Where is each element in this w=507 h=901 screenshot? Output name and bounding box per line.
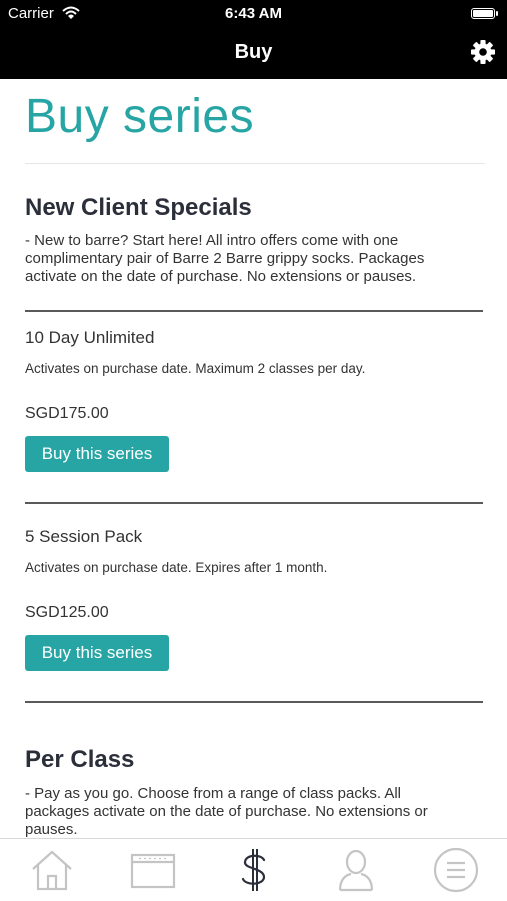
profile-icon (338, 849, 374, 892)
clock: 6:43 AM (225, 5, 282, 22)
schedule-icon (130, 853, 176, 889)
series-description: Activates on purchase date. Expires afte… (25, 560, 328, 575)
buy-this-series-button[interactable]: Buy this series (25, 436, 169, 472)
section-title-per-class: Per Class (25, 746, 135, 773)
section-divider (25, 701, 483, 703)
buy-this-series-button[interactable]: Buy this series (25, 635, 169, 671)
item-divider (25, 502, 483, 504)
section-divider (25, 310, 483, 312)
series-price: SGD125.00 (25, 604, 109, 621)
battery-icon (471, 8, 498, 19)
section-title-new-client-specials: New Client Specials (25, 194, 252, 221)
series-name-10-day-unlimited: 10 Day Unlimited (25, 328, 155, 347)
series-price: SGD175.00 (25, 405, 109, 422)
gear-icon[interactable] (469, 38, 497, 66)
tab-bar (0, 838, 507, 901)
tab-schedule[interactable] (129, 847, 177, 893)
menu-icon (433, 847, 479, 893)
tab-buy[interactable] (230, 847, 278, 893)
tab-home[interactable] (28, 847, 76, 893)
nav-bar: Buy (0, 28, 507, 79)
home-icon (32, 850, 72, 891)
section-description: - Pay as you go. Choose from a range of … (25, 785, 428, 838)
page-title: Buy series (25, 90, 255, 143)
section-description: - New to barre? Start here! All intro of… (25, 232, 425, 285)
buy-series-content[interactable]: Buy series New Client Specials - New to … (0, 79, 507, 839)
series-name-5-session-pack: 5 Session Pack (25, 527, 143, 546)
series-description: Activates on purchase date. Maximum 2 cl… (25, 361, 366, 376)
tab-profile[interactable] (332, 847, 380, 893)
dollar-icon (241, 849, 266, 891)
nav-title: Buy (234, 41, 273, 63)
tab-menu[interactable] (432, 847, 480, 893)
status-bar: Carrier 6:43 AM (0, 0, 507, 28)
title-divider (25, 163, 485, 164)
